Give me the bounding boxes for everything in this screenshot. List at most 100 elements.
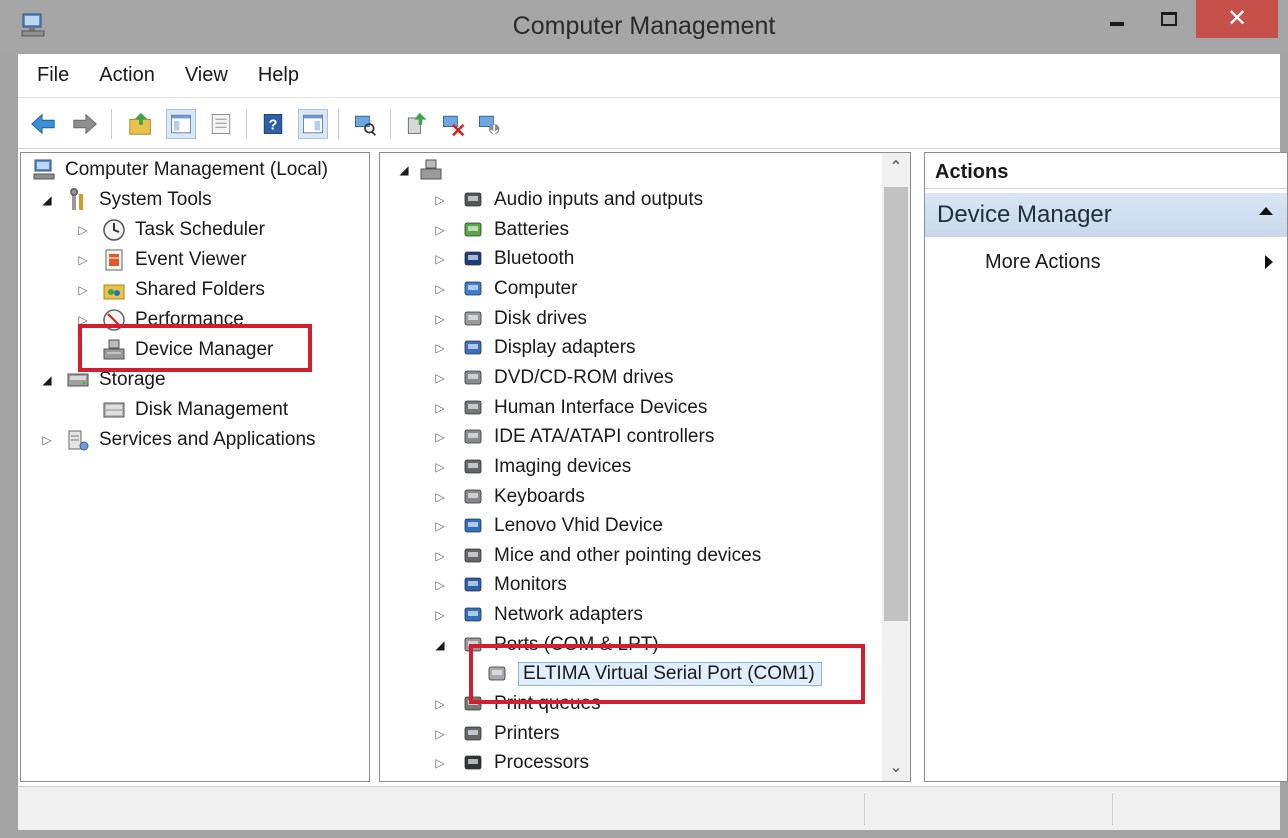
device-item[interactable]: ELTIMA Virtual Serial Port (COM1)	[484, 659, 822, 689]
tree-item-performance[interactable]: ▷ Performance	[75, 305, 244, 335]
device-label: Lenovo Vhid Device	[494, 515, 663, 537]
device-category[interactable]: ▷ Network adapters	[432, 600, 643, 630]
device-category[interactable]: ▷ Imaging devices	[432, 452, 631, 482]
expanded-arrow-icon[interactable]: ◢	[432, 637, 448, 653]
minimize-button[interactable]	[1098, 0, 1136, 38]
scrollbar-thumb[interactable]	[884, 187, 908, 621]
tree-item-disk-management[interactable]: Disk Management	[91, 395, 288, 425]
collapsed-arrow-icon[interactable]: ▷	[432, 489, 448, 505]
device-category[interactable]: ▷ Audio inputs and outputs	[432, 185, 703, 215]
device-category[interactable]: ▷ Lenovo Vhid Device	[432, 511, 663, 541]
expanded-arrow-icon[interactable]: ◢	[39, 372, 55, 388]
device-tree-root[interactable]: ◢	[396, 155, 452, 185]
scan-hardware-icon[interactable]	[350, 109, 380, 139]
serial-port-icon	[484, 661, 510, 687]
device-category[interactable]: ▷ Printers	[432, 719, 559, 749]
collapsed-arrow-icon[interactable]: ▷	[432, 518, 448, 534]
collapsed-arrow-icon[interactable]: ▷	[75, 282, 91, 298]
tree-item-device-manager[interactable]: Device Manager	[91, 335, 273, 365]
actions-group-device-manager[interactable]: Device Manager	[925, 193, 1287, 237]
device-category[interactable]: ▷ Processors	[432, 748, 589, 778]
collapsed-arrow-icon[interactable]: ▷	[432, 340, 448, 356]
collapsed-arrow-icon[interactable]: ▷	[75, 222, 91, 238]
device-category[interactable]: ▷ Human Interface Devices	[432, 393, 707, 423]
tree-item-event-viewer[interactable]: ▷ Event Viewer	[75, 245, 247, 275]
processor-icon	[460, 750, 486, 776]
computer-management-icon	[31, 157, 57, 183]
collapsed-arrow-icon[interactable]: ▷	[432, 755, 448, 771]
collapsed-arrow-icon[interactable]: ▷	[432, 251, 448, 267]
device-label: Network adapters	[494, 604, 643, 626]
device-category[interactable]: ▷ Bluetooth	[432, 244, 574, 274]
enable-device-icon[interactable]	[474, 109, 504, 139]
up-folder-icon[interactable]	[126, 109, 156, 139]
properties-icon[interactable]	[206, 109, 236, 139]
tree-item-task-scheduler[interactable]: ▷ Task Scheduler	[75, 215, 265, 245]
console-tree-pane: Computer Management (Local) ◢ System Too…	[20, 152, 370, 782]
collapsed-arrow-icon[interactable]: ▷	[432, 577, 448, 593]
collapsed-arrow-icon[interactable]: ▷	[432, 400, 448, 416]
tree-root[interactable]: Computer Management (Local)	[31, 155, 328, 185]
vertical-scrollbar[interactable]: ⌃ ⌄	[882, 153, 910, 781]
lenovo-device-icon	[460, 513, 486, 539]
tree-label: Disk Management	[135, 399, 289, 420]
toolbar-separator	[338, 109, 339, 139]
device-category[interactable]: ▷ Print queues	[432, 689, 600, 719]
computer-icon	[460, 276, 486, 302]
uninstall-device-icon[interactable]	[438, 109, 468, 139]
forward-arrow-icon[interactable]	[70, 109, 100, 139]
menu-help[interactable]: Help	[258, 64, 299, 87]
device-category[interactable]: ◢ Ports (COM & LPT)	[432, 630, 658, 660]
expanded-arrow-icon[interactable]: ◢	[396, 162, 412, 178]
performance-gauge-icon	[101, 307, 127, 333]
device-label: DVD/CD-ROM drives	[494, 366, 674, 388]
show-hide-action-pane-icon[interactable]	[298, 109, 328, 139]
collapsed-arrow-icon[interactable]: ▷	[432, 192, 448, 208]
device-category[interactable]: ▷ Batteries	[432, 215, 569, 245]
tree-item-services-and-applications[interactable]: ▷ Services and Applications	[39, 425, 316, 455]
collapsed-arrow-icon[interactable]: ▷	[432, 370, 448, 386]
scroll-up-arrow-icon[interactable]: ⌃	[882, 153, 910, 181]
device-category[interactable]: ▷ Keyboards	[432, 482, 584, 512]
show-hide-console-tree-icon[interactable]	[166, 109, 196, 139]
update-driver-icon[interactable]	[402, 109, 432, 139]
collapsed-arrow-icon[interactable]: ▷	[39, 432, 55, 448]
more-actions-item[interactable]: More Actions	[985, 251, 1101, 274]
device-category[interactable]: ▷ Monitors	[432, 570, 566, 600]
submenu-arrow-icon[interactable]	[1265, 255, 1273, 269]
collapsed-arrow-icon[interactable]: ▷	[432, 607, 448, 623]
actions-group-label: Device Manager	[937, 201, 1112, 228]
help-icon[interactable]: ?	[258, 109, 288, 139]
collapsed-arrow-icon[interactable]: ▷	[432, 696, 448, 712]
device-category[interactable]: ▷ Mice and other pointing devices	[432, 541, 761, 571]
collapsed-arrow-icon[interactable]: ▷	[432, 429, 448, 445]
collapsed-arrow-icon[interactable]: ▷	[432, 726, 448, 742]
collapsed-arrow-icon[interactable]: ▷	[432, 459, 448, 475]
expanded-arrow-icon[interactable]: ◢	[39, 192, 55, 208]
collapsed-arrow-icon[interactable]: ▷	[432, 281, 448, 297]
toolbar-separator	[390, 109, 391, 139]
tree-item-storage[interactable]: ◢ Storage	[39, 365, 165, 395]
svg-text:?: ?	[269, 118, 278, 134]
actions-header: Actions	[925, 153, 1287, 189]
tree-item-shared-folders[interactable]: ▷ Shared Folders	[75, 275, 265, 305]
device-category[interactable]: ▷ Display adapters	[432, 333, 635, 363]
menu-action[interactable]: Action	[99, 64, 155, 87]
collapsed-arrow-icon[interactable]: ▷	[432, 311, 448, 327]
collapse-caret-icon[interactable]	[1259, 207, 1273, 215]
collapsed-arrow-icon[interactable]: ▷	[432, 548, 448, 564]
collapsed-arrow-icon[interactable]: ▷	[75, 312, 91, 328]
menu-view[interactable]: View	[185, 64, 228, 87]
menu-file[interactable]: File	[37, 64, 69, 87]
device-category[interactable]: ▷ Computer	[432, 274, 577, 304]
maximize-button[interactable]	[1150, 0, 1188, 38]
back-arrow-icon[interactable]	[28, 109, 58, 139]
device-category[interactable]: ▷ DVD/CD-ROM drives	[432, 363, 673, 393]
collapsed-arrow-icon[interactable]: ▷	[432, 222, 448, 238]
tree-item-system-tools[interactable]: ◢ System Tools	[39, 185, 212, 215]
device-category[interactable]: ▷ Disk drives	[432, 304, 587, 334]
close-button[interactable]: ✕	[1196, 0, 1278, 38]
collapsed-arrow-icon[interactable]: ▷	[75, 252, 91, 268]
device-category[interactable]: ▷ IDE ATA/ATAPI controllers	[432, 422, 714, 452]
scroll-down-arrow-icon[interactable]: ⌄	[882, 753, 910, 781]
